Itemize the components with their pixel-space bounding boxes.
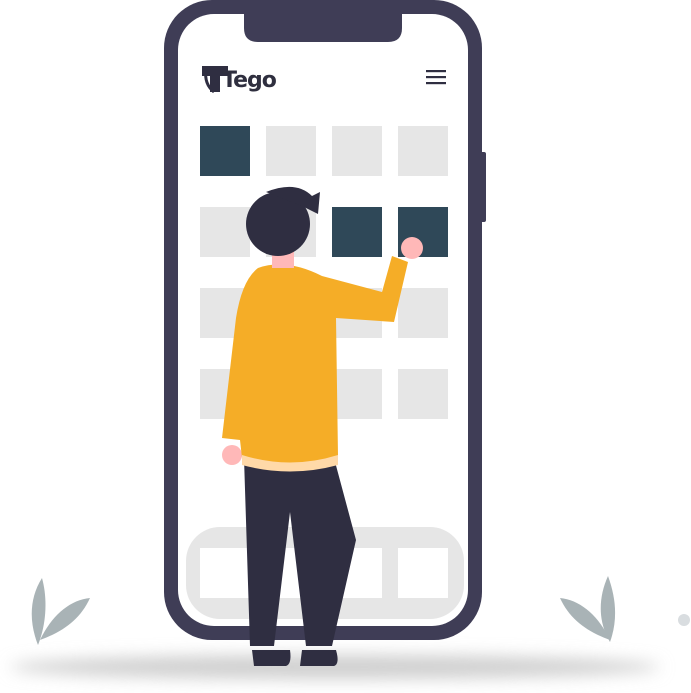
grid-tile-selected[interactable] — [200, 126, 250, 176]
logo-text: Tego — [222, 68, 277, 93]
hamburger-menu-icon[interactable] — [426, 70, 446, 85]
illustration-scene: Tego — [0, 0, 691, 693]
grid-tile[interactable] — [398, 126, 448, 176]
grid-tile[interactable] — [332, 126, 382, 176]
phone-illustration: Tego — [10, 0, 690, 679]
grid-tile[interactable] — [332, 369, 382, 419]
dock-tile[interactable] — [398, 548, 448, 598]
grid-tile-selected[interactable] — [332, 207, 382, 257]
leaf-plant-left — [31, 578, 90, 645]
phone-notch — [244, 10, 402, 42]
grid-tile[interactable] — [398, 288, 448, 338]
leaf-plant-right — [560, 576, 616, 642]
grid-tile[interactable] — [266, 126, 316, 176]
person-hand-left — [222, 445, 242, 465]
person-shoe-left — [252, 650, 291, 666]
person-hand-right — [401, 237, 423, 259]
grid-tile[interactable] — [200, 207, 250, 257]
decor-dot — [678, 614, 690, 626]
dock-tile[interactable] — [200, 548, 250, 598]
grid-tile[interactable] — [398, 369, 448, 419]
person-shoe-right — [300, 650, 338, 666]
